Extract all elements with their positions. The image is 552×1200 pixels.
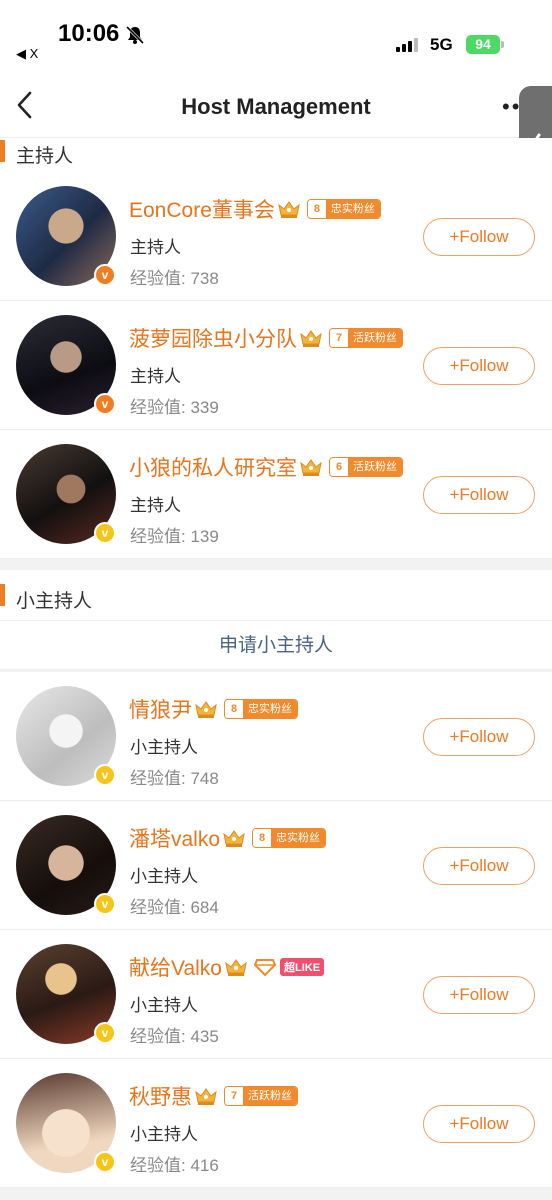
fan-level-number: 7: [330, 329, 348, 347]
verified-badge-icon: v: [94, 1151, 116, 1173]
follow-button[interactable]: +Follow: [423, 976, 535, 1014]
follow-button[interactable]: +Follow: [423, 1105, 535, 1143]
experience-value: 经验值: 684: [130, 898, 219, 917]
fan-level-label: 活跃粉丝: [243, 1087, 297, 1105]
bell-muted-icon: [125, 25, 145, 45]
host-role: 小主持人: [130, 996, 198, 1015]
host-name[interactable]: 小狼的私人研究室: [129, 452, 297, 482]
host-row[interactable]: v 情狼尹 8 忠实粉丝 小主持人 经验值: 748 +Follow: [0, 672, 552, 801]
name-line: EonCore董事会 8 忠实粉丝: [129, 194, 381, 224]
host-role: 主持人: [130, 496, 181, 515]
name-line: 菠萝园除虫小分队 7 活跃粉丝: [129, 323, 403, 353]
host-name[interactable]: 情狼尹: [129, 694, 192, 724]
super-like-label: 超LIKE: [279, 958, 325, 976]
follow-button[interactable]: +Follow: [423, 847, 535, 885]
crown-icon: [195, 1088, 217, 1105]
host-name[interactable]: 菠萝园除虫小分队: [129, 323, 297, 353]
crown-icon: [225, 959, 247, 976]
section-title: 主持人: [16, 146, 74, 167]
host-role: 小主持人: [130, 867, 198, 886]
verified-badge-icon: v: [94, 264, 116, 286]
bottom-gap: [0, 1188, 552, 1200]
verified-badge-icon: v: [94, 522, 116, 544]
host-row[interactable]: v EonCore董事会 8 忠实粉丝 主持人 经验值: 738 +Follow: [0, 172, 552, 301]
experience-value: 经验值: 435: [130, 1027, 219, 1046]
crown-icon: [300, 330, 322, 347]
fan-level-label: 活跃粉丝: [348, 458, 402, 476]
battery-icon: 94: [466, 35, 500, 54]
host-row[interactable]: v 潘塔valko 8 忠实粉丝 小主持人 经验值: 684 +Follow: [0, 801, 552, 930]
verified-badge-icon: v: [94, 1022, 116, 1044]
name-line: 秋野惠 7 活跃粉丝: [129, 1081, 298, 1111]
battery-tip: [501, 41, 504, 48]
fan-level-badge: 7 活跃粉丝: [224, 1086, 298, 1106]
gem-icon: [253, 959, 276, 976]
host-role: 主持人: [130, 367, 181, 386]
fan-level-number: 6: [330, 458, 348, 476]
host-role: 小主持人: [130, 1125, 198, 1144]
signal-icon: [396, 38, 418, 52]
experience-value: 经验值: 339: [130, 398, 219, 417]
host-row[interactable]: v 菠萝园除虫小分队 7 活跃粉丝 主持人 经验值: 339 +Follow: [0, 301, 552, 430]
section-header-hosts: 主持人: [0, 138, 552, 172]
fan-level-badge: 8 忠实粉丝: [306, 199, 381, 219]
experience-value: 经验值: 416: [130, 1156, 219, 1175]
host-row[interactable]: v 小狼的私人研究室 6 活跃粉丝 主持人 经验值: 139 +Follow: [0, 430, 552, 559]
status-time: 10:06: [58, 20, 120, 47]
crown-icon: [223, 830, 245, 847]
follow-button[interactable]: +Follow: [423, 718, 535, 756]
experience-value: 经验值: 748: [130, 769, 219, 788]
host-role: 小主持人: [130, 738, 198, 757]
section-header-sub-hosts: 小主持人: [0, 570, 552, 620]
fan-level-badge: 7 活跃粉丝: [329, 328, 403, 348]
name-line: 献给Valko 超LIKE: [129, 952, 325, 982]
experience-value: 经验值: 738: [130, 269, 219, 288]
host-name[interactable]: EonCore董事会: [129, 194, 275, 224]
fan-level-badge: 6 活跃粉丝: [329, 457, 403, 477]
crown-icon: [300, 459, 322, 476]
verified-badge-icon: v: [94, 764, 116, 786]
fan-level-number: 8: [225, 700, 243, 718]
fan-level-number: 8: [253, 829, 272, 847]
network-type: 5G: [430, 35, 453, 54]
nav-bar: Host Management ••: [0, 72, 552, 138]
section-gap: [0, 559, 552, 570]
back-to-app[interactable]: ◀ X: [16, 46, 38, 62]
name-line: 小狼的私人研究室 6 活跃粉丝: [129, 452, 403, 482]
crown-icon: [195, 701, 217, 718]
host-role: 主持人: [130, 238, 181, 257]
follow-button[interactable]: +Follow: [423, 347, 535, 385]
host-name[interactable]: 潘塔valko: [129, 823, 220, 853]
page-title: Host Management: [181, 94, 371, 119]
section-title: 小主持人: [16, 591, 93, 612]
fan-level-badge: 8 忠实粉丝: [252, 828, 327, 848]
fan-level-number: 7: [225, 1087, 243, 1105]
apply-sub-host-link[interactable]: 申请小主持人: [0, 620, 552, 670]
verified-badge-icon: v: [94, 393, 116, 415]
host-name[interactable]: 秋野惠: [129, 1081, 192, 1111]
follow-button[interactable]: +Follow: [423, 218, 535, 256]
follow-button[interactable]: +Follow: [423, 476, 535, 514]
host-row[interactable]: v 秋野惠 7 活跃粉丝 小主持人 经验值: 416 +Follow: [0, 1059, 552, 1188]
fan-level-label: 活跃粉丝: [348, 329, 402, 347]
experience-value: 经验值: 139: [130, 527, 219, 546]
fan-level-label: 忠实粉丝: [243, 700, 297, 718]
host-row[interactable]: v 献给Valko 超LIKE 小主持人 经验值: 435 +Follow: [0, 930, 552, 1059]
super-like-badge: 超LIKE: [253, 958, 325, 976]
fan-level-label: 忠实粉丝: [271, 829, 326, 847]
host-name[interactable]: 献给Valko: [129, 952, 222, 982]
verified-badge-icon: v: [94, 893, 116, 915]
fan-level-badge: 8 忠实粉丝: [224, 699, 298, 719]
crown-icon: [278, 201, 300, 218]
fan-level-number: 8: [307, 200, 326, 218]
status-bar: 10:06 ◀ X 5G 94: [0, 0, 552, 72]
name-line: 情狼尹 8 忠实粉丝: [129, 694, 298, 724]
name-line: 潘塔valko 8 忠实粉丝: [129, 823, 327, 853]
fan-level-label: 忠实粉丝: [325, 200, 380, 218]
